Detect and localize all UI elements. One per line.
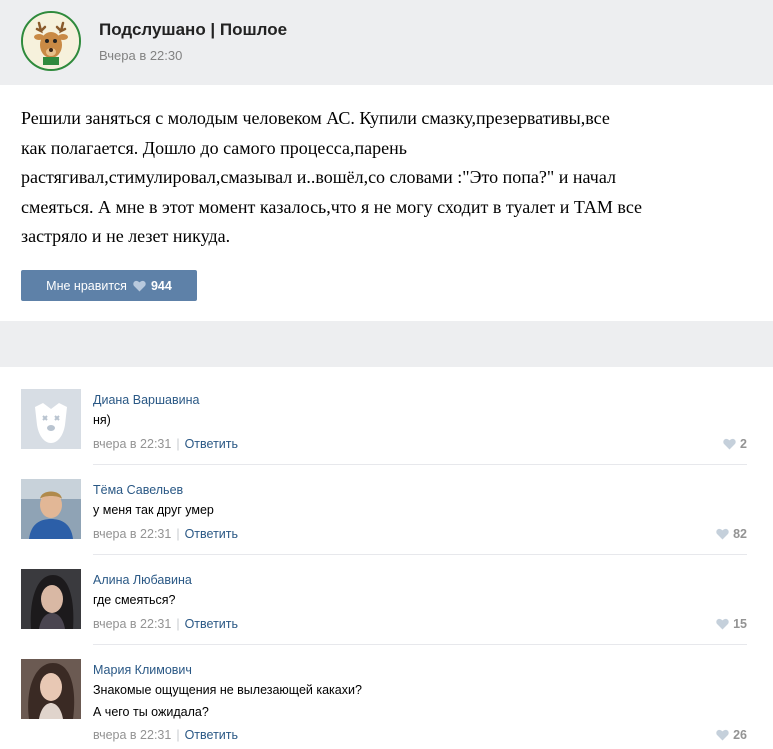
comment-text-line: ня) bbox=[93, 413, 111, 427]
user-photo-icon bbox=[21, 569, 81, 629]
comment-like-button[interactable]: 15 bbox=[716, 617, 747, 631]
reply-link[interactable]: Ответить bbox=[185, 437, 238, 451]
comment-author[interactable]: Мария Климович bbox=[93, 663, 192, 677]
comment-time[interactable]: вчера в 22:31 bbox=[93, 527, 171, 541]
heart-icon bbox=[716, 618, 729, 630]
comment-like-count: 2 bbox=[740, 437, 747, 451]
comment-divider bbox=[93, 644, 747, 645]
comment-like-count: 82 bbox=[733, 527, 747, 541]
group-avatar[interactable] bbox=[21, 11, 81, 71]
comment-like-count: 26 bbox=[733, 728, 747, 742]
avatar[interactable] bbox=[21, 389, 81, 449]
comment-time[interactable]: вчера в 22:31 bbox=[93, 617, 171, 631]
like-count: 944 bbox=[150, 278, 172, 293]
post-text-line: Решили заняться с молодым человеком АС. … bbox=[21, 108, 610, 128]
avatar[interactable] bbox=[21, 659, 81, 719]
comment-text-line: у меня так друг умер bbox=[93, 503, 214, 517]
like-button[interactable]: Мне нравится 944 bbox=[21, 270, 197, 301]
post-text-line: смеяться. А мне в этот момент казалось,ч… bbox=[21, 196, 643, 217]
comment-meta: вчера в 22:31 | Ответить bbox=[93, 617, 238, 631]
comment-like-button[interactable]: 2 bbox=[723, 437, 747, 451]
meta-separator: | bbox=[176, 527, 180, 541]
comment-like-button[interactable]: 26 bbox=[716, 728, 747, 742]
deer-icon bbox=[23, 13, 79, 69]
comment-meta: вчера в 22:31 | Ответить bbox=[93, 527, 238, 541]
comment-text-line: А чего ты ожидала? bbox=[93, 705, 209, 719]
comment-meta: вчера в 22:31 | Ответить bbox=[93, 728, 238, 742]
meta-separator: | bbox=[176, 437, 180, 451]
comment-like-count: 15 bbox=[733, 617, 747, 631]
reply-link[interactable]: Ответить bbox=[185, 617, 238, 631]
avatar[interactable] bbox=[21, 479, 81, 539]
post-text-line: застряло и не лезет никуда. bbox=[21, 226, 231, 246]
comment-meta: вчера в 22:31 | Ответить bbox=[93, 437, 238, 451]
comment-text: Знакомые ощущения не вылезающей какахи? … bbox=[93, 679, 733, 723]
comment-time[interactable]: вчера в 22:31 bbox=[93, 728, 171, 742]
comment-text: у меня так друг умер bbox=[93, 499, 733, 521]
meta-separator: | bbox=[176, 617, 180, 631]
comment-author[interactable]: Тёма Савельев bbox=[93, 483, 183, 497]
comment-text-line: где смеяться? bbox=[93, 593, 176, 607]
heart-icon bbox=[716, 729, 729, 741]
reply-link[interactable]: Ответить bbox=[185, 527, 238, 541]
meta-separator: | bbox=[176, 728, 180, 742]
heart-icon bbox=[133, 280, 146, 292]
comment-divider bbox=[93, 464, 747, 465]
comment-text: ня) bbox=[93, 409, 733, 431]
heart-icon bbox=[716, 528, 729, 540]
comment-text: где смеяться? bbox=[93, 589, 733, 611]
like-label: Мне нравится bbox=[46, 278, 127, 293]
comment-divider bbox=[93, 554, 747, 555]
comment-time[interactable]: вчера в 22:31 bbox=[93, 437, 171, 451]
dog-avatar-icon bbox=[21, 389, 81, 449]
comment-like-button[interactable]: 82 bbox=[716, 527, 747, 541]
user-photo-icon bbox=[21, 479, 81, 539]
separator-band bbox=[0, 321, 773, 367]
post-text-line: растягивал,стимулировал,смазывал и..вошё… bbox=[21, 167, 616, 187]
post-text-line: как полагается. Дошло до самого процесса… bbox=[21, 137, 407, 158]
comment-author[interactable]: Алина Любавина bbox=[93, 573, 192, 587]
group-name[interactable]: Подслушано | Пошлое bbox=[99, 20, 287, 40]
post-text: Решили заняться с молодым человеком АС. … bbox=[21, 104, 756, 252]
post-header: Подслушано | Пошлое Вчера в 22:30 bbox=[0, 0, 773, 85]
heart-icon bbox=[723, 438, 736, 450]
comment-author[interactable]: Диана Варшавина bbox=[93, 393, 199, 407]
comment-text-line: Знакомые ощущения не вылезающей какахи? bbox=[93, 683, 362, 697]
avatar[interactable] bbox=[21, 569, 81, 629]
user-photo-icon bbox=[21, 659, 81, 719]
post-time[interactable]: Вчера в 22:30 bbox=[99, 48, 182, 63]
reply-link[interactable]: Ответить bbox=[185, 728, 238, 742]
